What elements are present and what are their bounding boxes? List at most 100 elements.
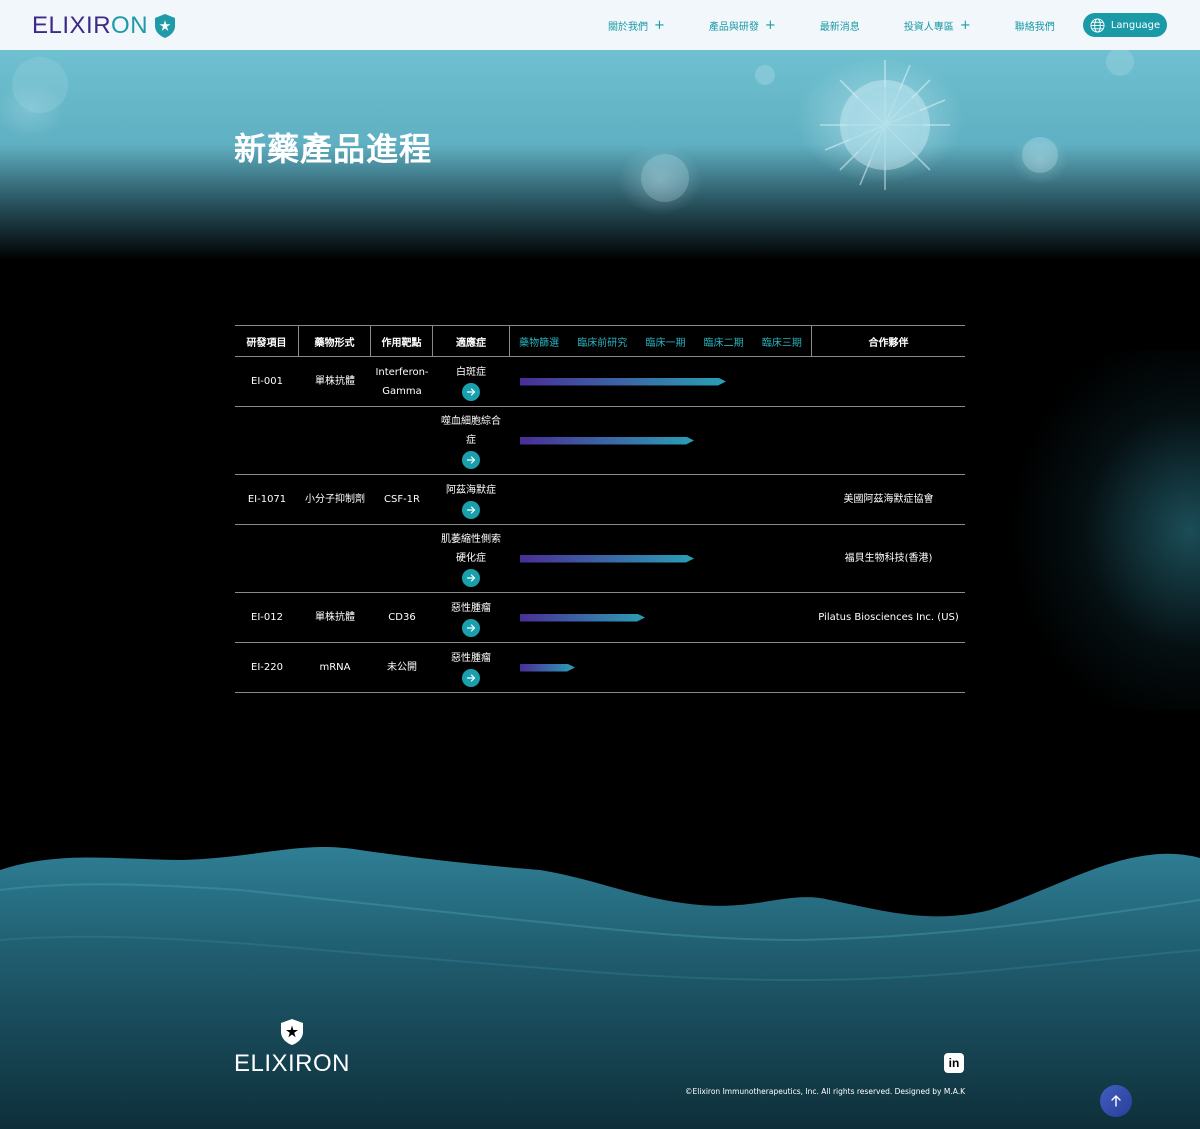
cell-target: CD36	[388, 612, 416, 623]
nav-label: 產品與研發	[708, 21, 759, 33]
indication-text: 惡性腫瘤	[451, 602, 491, 614]
cell-progress	[509, 475, 812, 524]
phase-label: 臨床三期	[761, 337, 802, 349]
indication-detail-button[interactable]	[462, 618, 480, 637]
cell-form: 單株抗體	[315, 376, 355, 387]
table-header: 研發項目 藥物形式 作用靶點 適應症 藥物篩選 臨床前研究 臨床一期 臨床二期 …	[235, 325, 965, 357]
language-button[interactable]: Language	[1083, 13, 1167, 37]
arrow-right-icon	[466, 574, 476, 582]
nav-label: 投資人專區	[903, 21, 954, 33]
nav-item-products[interactable]: 產品與研發 +	[709, 18, 776, 33]
cell-progress	[509, 357, 812, 406]
cell-target: Interferon-Gamma	[375, 366, 429, 397]
cell-form: 小分子抑制劑	[305, 494, 365, 505]
logo-text: ELIXIRON	[32, 12, 149, 39]
indication-detail-button[interactable]	[462, 451, 480, 469]
nav-item-about[interactable]: 關於我們 +	[608, 18, 665, 33]
virus-illustration	[12, 50, 1134, 202]
plus-icon: +	[654, 17, 665, 33]
cell-project: EI-220	[251, 662, 283, 673]
arrow-right-icon	[466, 456, 476, 464]
cell-indication: 惡性腫瘤	[433, 649, 509, 687]
footer-logo-text: ELIXIRON	[233, 1050, 351, 1077]
language-label: Language	[1110, 19, 1161, 31]
header-partner: 合作夥伴	[868, 337, 909, 349]
progress-bar	[520, 437, 694, 445]
nav-label: 最新消息	[819, 21, 860, 33]
nav-label: 聯絡我們	[1014, 21, 1055, 33]
header-form: 藥物形式	[299, 326, 371, 356]
tissue-texture-bottom	[0, 846, 1200, 1129]
table-row: EI-1071 小分子抑制劑 CSF-1R 阿茲海默症美國阿茲海默症協會	[235, 475, 965, 525]
cell-target: 未公開	[387, 662, 417, 673]
plus-icon: +	[959, 17, 971, 33]
back-to-top-button[interactable]	[1100, 1085, 1132, 1117]
phase-label: 藥物篩選	[519, 337, 560, 349]
nav-label: 關於我們	[608, 21, 648, 33]
linkedin-icon[interactable]: in	[944, 1053, 964, 1073]
cell-partner: 福貝生物科技(香港)	[844, 553, 933, 564]
progress-bar	[520, 378, 726, 386]
pipeline-table: 研發項目 藥物形式 作用靶點 適應症 藥物篩選 臨床前研究 臨床一期 臨床二期 …	[235, 325, 965, 693]
phase-label: 臨床前研究	[577, 337, 628, 349]
nav-item-investors[interactable]: 投資人專區 +	[904, 18, 971, 33]
arrow-right-icon	[466, 387, 476, 396]
shield-star-icon	[155, 14, 176, 38]
indication-text: 噬血細胞綜合症	[441, 416, 501, 446]
phase-label: 臨床一期	[645, 337, 686, 349]
cell-progress	[509, 407, 812, 474]
table-body: EI-001 單株抗體 Interferon-Gamma 白斑症噬血細胞綜合症 EI-1…	[235, 357, 965, 693]
cell-project: EI-001	[251, 376, 283, 387]
table-row: 肌萎縮性側索硬化症福貝生物科技(香港)	[235, 525, 965, 593]
nav-item-contact[interactable]: 聯絡我們	[1015, 18, 1055, 33]
arrow-right-icon	[466, 505, 476, 514]
phase-header: 藥物篩選 臨床前研究 臨床一期 臨床二期 臨床三期	[509, 326, 812, 356]
header-project: 研發項目	[235, 326, 299, 356]
indication-text: 肌萎縮性側索硬化症	[441, 534, 501, 564]
cell-indication: 阿茲海默症	[433, 481, 509, 519]
nav-item-news[interactable]: 最新消息	[820, 18, 860, 33]
indication-detail-button[interactable]	[462, 569, 480, 587]
header-target: 作用靶點	[371, 326, 433, 356]
shield-star-icon	[281, 1019, 303, 1045]
indication-text: 白斑症	[456, 366, 486, 378]
table-row: 噬血細胞綜合症	[235, 407, 965, 475]
cell-texture-right	[960, 350, 1200, 710]
cell-progress	[509, 593, 812, 642]
cell-form: 單株抗體	[315, 612, 355, 623]
cell-indication: 惡性腫瘤	[433, 599, 509, 637]
table-row: EI-220 mRNA 未公開 惡性腫瘤	[235, 643, 965, 693]
indication-detail-button[interactable]	[462, 500, 480, 519]
globe-icon	[1090, 17, 1105, 33]
indication-text: 阿茲海默症	[446, 484, 496, 496]
arrow-up-icon	[1111, 1095, 1121, 1107]
phase-label: 臨床二期	[703, 337, 744, 349]
indication-detail-button[interactable]	[462, 382, 480, 401]
cell-indication: 噬血細胞綜合症	[433, 412, 509, 469]
arrow-right-icon	[466, 673, 476, 682]
cell-partner: Pilatus Biosciences Inc. (US)	[818, 612, 959, 623]
progress-bar	[520, 614, 645, 622]
main-nav: 關於我們 + 產品與研發 + 最新消息 投資人專區 + 聯絡我們	[608, 0, 1099, 50]
progress-bar	[520, 664, 575, 672]
cell-project: EI-012	[251, 612, 283, 623]
copyright-text: ©Elixiron Immunotherapeutics, Inc. All r…	[685, 1087, 965, 1096]
indication-detail-button[interactable]	[462, 668, 480, 687]
cell-indication: 肌萎縮性側索硬化症	[433, 530, 509, 587]
cell-progress	[509, 643, 812, 692]
header-indication: 適應症	[456, 337, 486, 349]
cell-partner: 美國阿茲海默症協會	[843, 494, 934, 505]
cell-project: EI-1071	[247, 494, 287, 505]
brand-logo[interactable]: ELIXIRON	[32, 12, 176, 40]
arrow-right-icon	[466, 623, 476, 632]
progress-bar	[520, 555, 694, 563]
table-row: EI-012 單株抗體 CD36 惡性腫瘤 Pilatus Biosciences In…	[235, 593, 965, 643]
cell-target: CSF-1R	[383, 494, 420, 505]
page-title: 新藥產品進程	[234, 130, 433, 168]
cell-progress	[509, 525, 812, 592]
table-row: EI-001 單株抗體 Interferon-Gamma 白斑症	[235, 357, 965, 407]
cell-indication: 白斑症	[433, 363, 509, 401]
footer-logo[interactable]: ELIXIRON	[233, 1018, 351, 1078]
indication-text: 惡性腫瘤	[451, 652, 491, 664]
cell-form: mRNA	[319, 662, 351, 673]
